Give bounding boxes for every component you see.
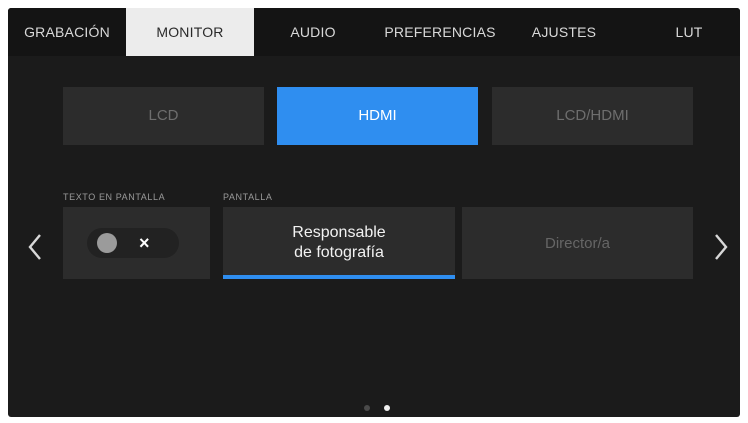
off-x-icon: ×: [139, 233, 150, 253]
display-label: PANTALLA: [223, 192, 273, 202]
screen-text-toggle[interactable]: ×: [87, 228, 179, 258]
output-lcd-button[interactable]: LCD: [63, 87, 264, 145]
chevron-right-icon[interactable]: [707, 227, 733, 267]
tab-preferencias[interactable]: PREFERENCIAS: [370, 8, 510, 56]
display-director-label: Director/a: [544, 234, 611, 252]
tab-bar: GRABACIÓN MONITOR AUDIO PREFERENCIAS AJU…: [8, 8, 740, 56]
output-lcd-hdmi-button[interactable]: LCD/HDMI: [492, 87, 693, 145]
monitor-settings-screen: GRABACIÓN MONITOR AUDIO PREFERENCIAS AJU…: [8, 8, 740, 417]
tab-audio[interactable]: AUDIO: [265, 8, 361, 56]
display-director-button[interactable]: Director/a: [462, 207, 693, 279]
selected-indicator-bar: [223, 275, 455, 279]
screen-text-cell: ×: [63, 207, 210, 279]
chevron-left-icon[interactable]: [23, 227, 49, 267]
display-dop-button[interactable]: Responsable de fotografía: [223, 207, 455, 279]
tab-monitor[interactable]: MONITOR: [126, 8, 254, 56]
page-dot-1[interactable]: [364, 405, 370, 411]
tab-grabacion[interactable]: GRABACIÓN: [8, 8, 126, 56]
toggle-knob: [97, 233, 117, 253]
page-dot-2-active[interactable]: [384, 405, 390, 411]
tab-ajustes[interactable]: AJUSTES: [514, 8, 614, 56]
screen-text-label: TEXTO EN PANTALLA: [63, 192, 166, 202]
output-hdmi-button[interactable]: HDMI: [277, 87, 478, 145]
display-dop-label: Responsable de fotografía: [292, 224, 386, 261]
tab-lut[interactable]: LUT: [644, 8, 734, 56]
